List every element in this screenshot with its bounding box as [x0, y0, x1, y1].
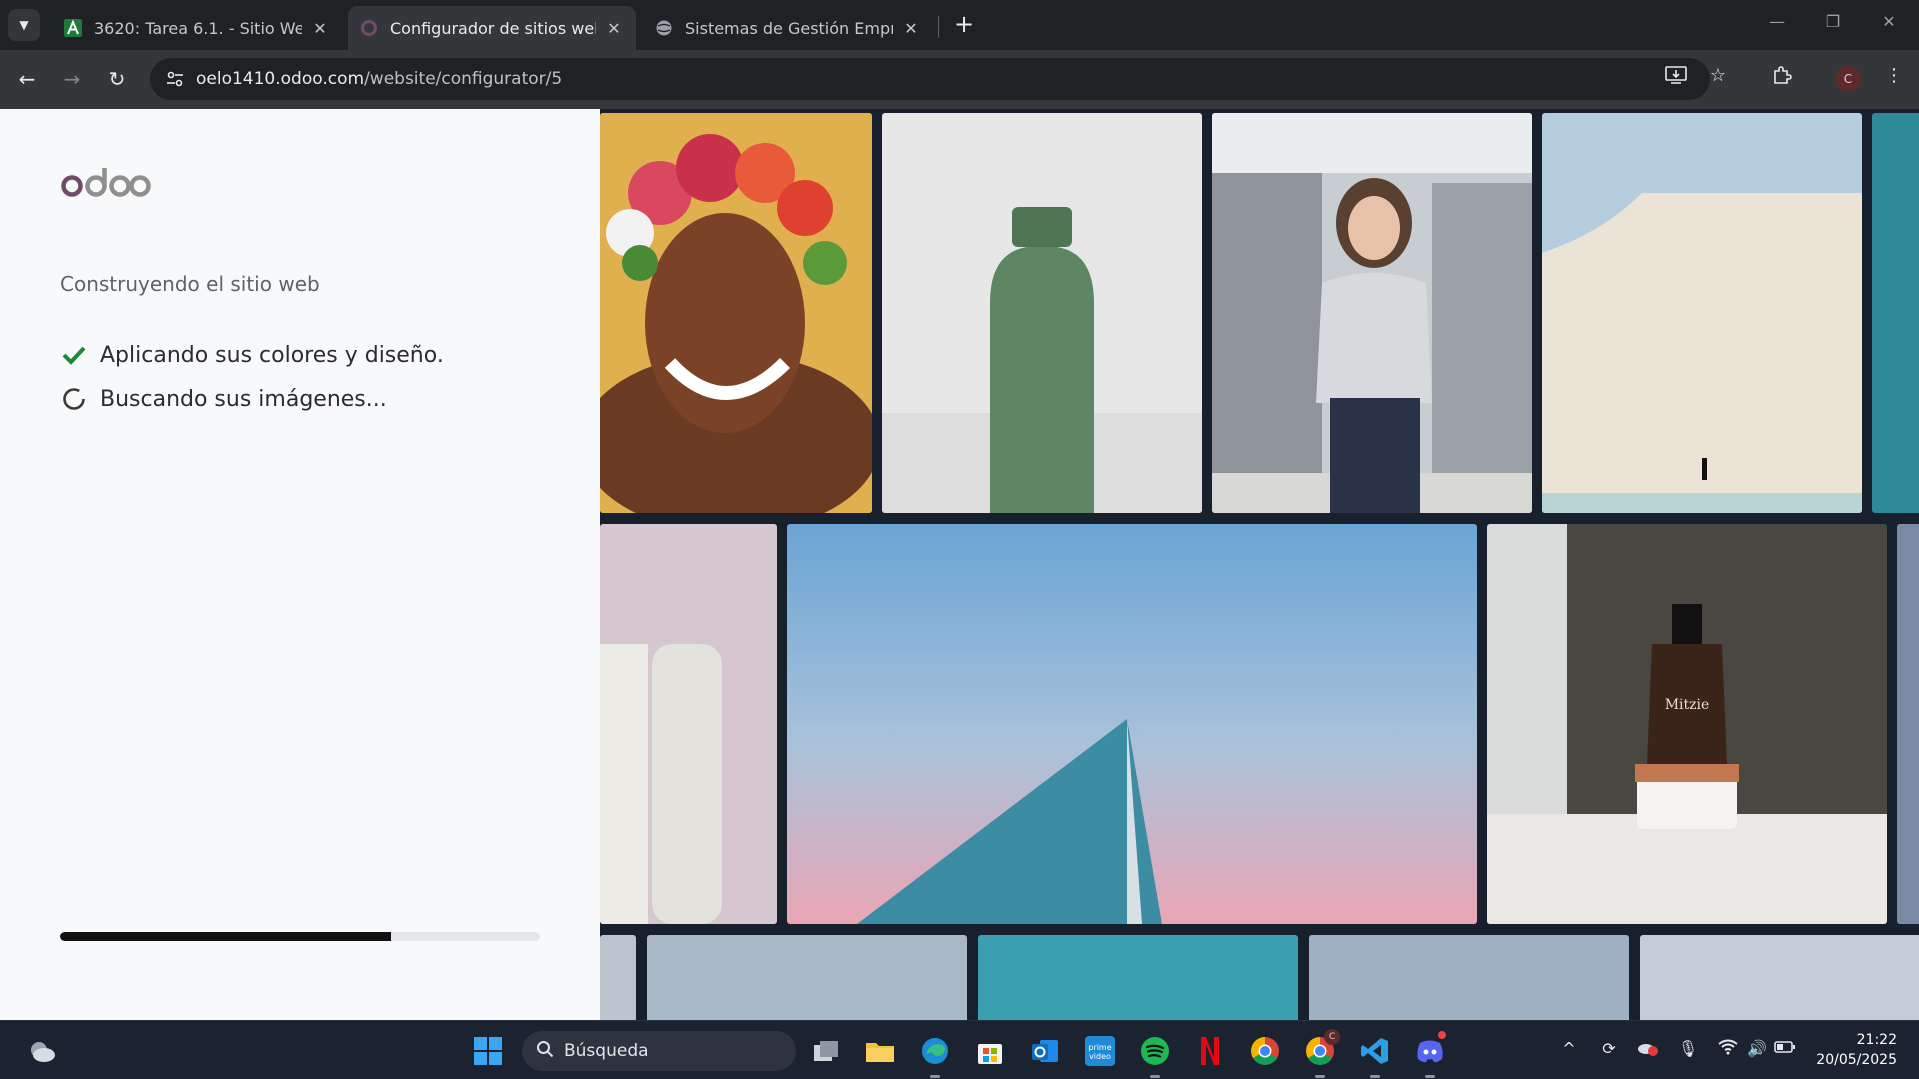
image-bottom-5	[1640, 935, 1919, 1020]
profile-badge: C	[1324, 1029, 1340, 1045]
url-path: /website/configurator/5	[364, 69, 563, 89]
vscode-icon[interactable]	[1359, 1035, 1391, 1067]
reload-button[interactable]: ↻	[102, 64, 132, 94]
system-clock[interactable]: 21:22 20/05/2025	[1816, 1030, 1897, 1070]
svg-text:Mitzie: Mitzie	[1665, 697, 1710, 713]
onedrive-error-icon[interactable]	[1636, 1039, 1660, 1061]
image-woman-factory	[1212, 113, 1532, 513]
browser-tab-strip: ▼ 3620: Tarea 6.1. - Sitio Web con ✕ Con…	[0, 0, 1919, 50]
install-app-icon[interactable]	[1662, 65, 1690, 90]
tab-tarea[interactable]: 3620: Tarea 6.1. - Sitio Web con ✕	[52, 6, 342, 50]
prime-video-icon[interactable]: prime video	[1084, 1035, 1116, 1067]
globe-icon	[655, 19, 673, 37]
image-spray-bottle: Mitzie	[1487, 524, 1887, 924]
active-indicator	[1370, 1075, 1380, 1078]
browser-toolbar: ← → ↻ oelo1410.odoo.com/website/configur…	[0, 50, 1919, 109]
image-bottom-2	[647, 935, 967, 1020]
discord-icon[interactable]	[1414, 1029, 1448, 1067]
image-bottom-3	[978, 935, 1298, 1020]
configurator-panel: Construyendo el sitio web Aplicando sus …	[0, 109, 600, 1020]
minimize-icon[interactable]: —	[1762, 12, 1792, 31]
image-silos	[600, 524, 777, 924]
progress-fill	[60, 932, 392, 941]
close-tab-icon[interactable]: ✕	[310, 19, 330, 38]
search-icon	[536, 1040, 554, 1063]
more-menu-icon[interactable]: ⋮	[1880, 65, 1908, 86]
volume-icon[interactable]: 🔊	[1745, 1039, 1769, 1058]
back-button[interactable]: ←	[12, 64, 42, 94]
progress-bar	[60, 932, 540, 941]
edge-icon[interactable]	[919, 1035, 951, 1067]
close-window-icon[interactable]: ✕	[1874, 12, 1904, 31]
windows-start-icon[interactable]	[472, 1035, 504, 1067]
tab-configurador[interactable]: Configurador de sitios web ✕	[348, 6, 636, 50]
image-green-bottle	[882, 113, 1202, 513]
active-indicator	[1150, 1075, 1160, 1078]
forward-button[interactable]: →	[57, 64, 87, 94]
odoo-circle-icon	[360, 19, 378, 37]
chevron-down-icon: ▼	[19, 18, 29, 32]
checkmark-icon	[60, 341, 88, 369]
taskbar-search[interactable]: Búsqueda	[522, 1031, 796, 1071]
wifi-icon[interactable]	[1716, 1039, 1740, 1059]
notification-badge	[1436, 1029, 1448, 1041]
url-host: oelo1410.odoo.com	[196, 69, 365, 89]
battery-icon[interactable]	[1773, 1039, 1797, 1058]
site-settings-icon[interactable]	[164, 68, 186, 90]
chrome-icon[interactable]	[1249, 1035, 1281, 1067]
tab-title: 3620: Tarea 6.1. - Sitio Web con	[94, 18, 302, 38]
active-indicator	[1425, 1075, 1435, 1078]
image-bottom-1	[600, 935, 636, 1020]
search-placeholder: Búsqueda	[564, 1041, 649, 1061]
close-tab-icon[interactable]: ✕	[604, 19, 624, 38]
sync-icon[interactable]: ⟳	[1597, 1039, 1621, 1058]
windows-taskbar: Búsqueda prime video C ^ ⟳ 🎙 🔊 21:22 20/…	[0, 1020, 1919, 1079]
step-label: Buscando sus imágenes...	[100, 386, 387, 412]
microphone-icon[interactable]: 🎙	[1676, 1039, 1700, 1058]
image-edge	[1897, 524, 1919, 924]
image-gallery: Mitzie	[600, 109, 1919, 1020]
image-flower-crown-woman	[600, 113, 872, 513]
step-images: Buscando sus imágenes...	[60, 385, 387, 413]
image-teal-edge	[1872, 113, 1919, 513]
show-hidden-icons[interactable]: ^	[1557, 1039, 1581, 1058]
outlook-icon[interactable]	[1029, 1035, 1061, 1067]
bookmark-star-icon[interactable]: ☆	[1704, 65, 1732, 86]
svg-text:video: video	[1089, 1052, 1111, 1061]
page-content: Construyendo el sitio web Aplicando sus …	[0, 109, 1919, 1020]
clock-date: 20/05/2025	[1816, 1052, 1897, 1068]
active-indicator	[1315, 1075, 1325, 1078]
tab-title: Configurador de sitios web	[390, 18, 596, 38]
extensions-icon[interactable]	[1768, 65, 1796, 90]
image-bottom-4	[1309, 935, 1629, 1020]
image-curved-wall	[1542, 113, 1862, 513]
tab-sistemas[interactable]: Sistemas de Gestión Empresaria ✕	[643, 6, 933, 50]
microsoft-store-icon[interactable]	[974, 1035, 1006, 1067]
tab-search-button[interactable]: ▼	[8, 9, 40, 41]
clock-time: 21:22	[1856, 1032, 1897, 1048]
tab-title: Sistemas de Gestión Empresaria	[685, 18, 893, 38]
close-tab-icon[interactable]: ✕	[901, 19, 921, 38]
tab-separator	[938, 16, 939, 38]
weather-icon[interactable]	[26, 1035, 58, 1067]
step-colors: Aplicando sus colores y diseño.	[60, 341, 444, 369]
restore-icon[interactable]: ❐	[1818, 12, 1848, 31]
image-glass-building-sky	[787, 524, 1477, 924]
profile-avatar[interactable]: C	[1835, 66, 1861, 92]
step-label: Aplicando sus colores y diseño.	[100, 342, 444, 368]
file-explorer-icon[interactable]	[864, 1035, 896, 1067]
spinner-icon	[60, 385, 88, 413]
new-tab-button[interactable]: +	[950, 11, 978, 39]
address-bar[interactable]: oelo1410.odoo.com/website/configurator/5	[150, 58, 1710, 100]
url-text: oelo1410.odoo.com/website/configurator/5	[196, 69, 562, 89]
odoo-logo	[60, 165, 152, 203]
letter-a-icon	[64, 19, 82, 37]
spotify-icon[interactable]	[1139, 1035, 1171, 1067]
active-indicator	[930, 1075, 940, 1078]
svg-text:prime: prime	[1088, 1043, 1111, 1052]
netflix-icon[interactable]	[1194, 1035, 1226, 1067]
page-heading: Construyendo el sitio web	[60, 272, 320, 296]
task-view-icon[interactable]	[810, 1035, 842, 1067]
chrome-profile-icon[interactable]: C	[1304, 1029, 1340, 1067]
